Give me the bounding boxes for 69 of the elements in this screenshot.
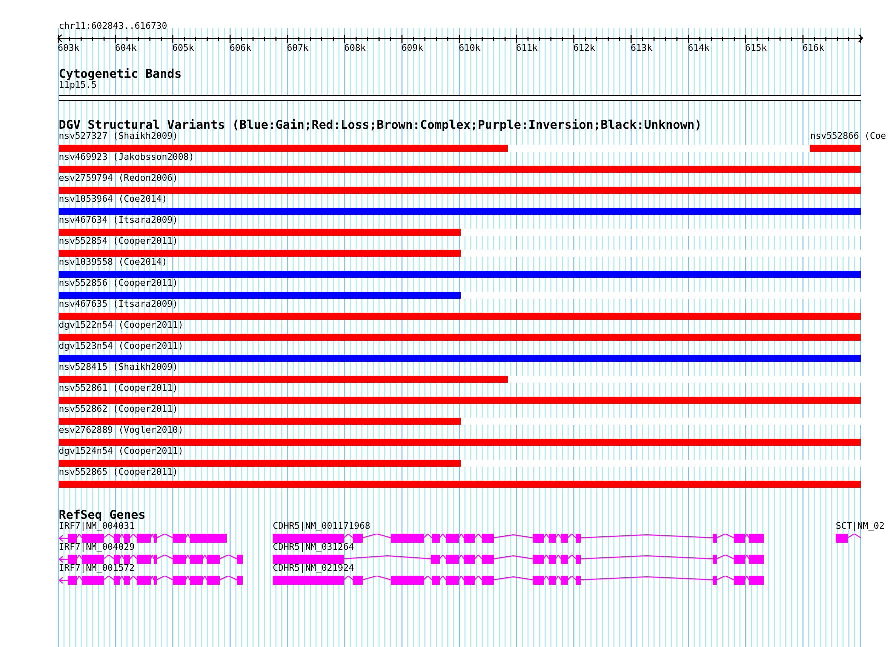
tick-label: 608k: [344, 44, 366, 55]
tick-label: 603k: [58, 44, 80, 55]
variant-bar[interactable]: [59, 460, 461, 467]
variant-bar[interactable]: [59, 187, 861, 194]
gene-label: CDHR5|NM_021924: [273, 564, 354, 575]
tick-label: 606k: [230, 44, 252, 55]
gene-structure-drawing[interactable]: [273, 555, 766, 564]
gene-structure-drawing[interactable]: [273, 534, 766, 543]
band-label: 11p15.5: [59, 81, 98, 92]
gene-label: IRF7|NM_004031: [59, 522, 135, 533]
variant-label: nsv552865 (Cooper2011): [59, 468, 178, 479]
track-title: Cytogenetic Bands: [59, 68, 182, 81]
variant-label: esv2762889 (Vogler2010): [59, 426, 184, 437]
variant-label: nsv552861 (Cooper2011): [59, 384, 178, 395]
gene-label: CDHR5|NM_001171968: [273, 522, 371, 533]
variant-label: nsv1039558 (Coe2014): [59, 258, 168, 269]
tick-label: 616k: [802, 44, 824, 55]
variant-label: nsv552856 (Cooper2011): [59, 279, 178, 290]
variant-bar[interactable]: [59, 166, 861, 173]
tick-label: 611k: [516, 44, 538, 55]
track-title: RefSeq Genes: [59, 509, 146, 522]
tick-label: 604k: [115, 44, 137, 55]
variant-bar[interactable]: [59, 397, 861, 404]
variant-bar[interactable]: [59, 250, 461, 257]
variant-label: dgv1522n54 (Cooper2011): [59, 321, 184, 332]
variant-label: dgv1523n54 (Cooper2011): [59, 342, 184, 353]
region-label: chr11:602843..616730: [59, 22, 168, 32]
tick-label: 613k: [630, 44, 653, 55]
tick-label: 605k: [172, 44, 194, 55]
variant-bar[interactable]: [59, 313, 861, 320]
variant-label: nsv467635 (Itsara2009): [59, 300, 178, 311]
variant-bar[interactable]: [59, 439, 861, 446]
variant-bar[interactable]: [59, 334, 861, 341]
gene-label: SCT|NM_02: [836, 522, 885, 533]
variant-label: nsv527327 (Shaikh2009): [59, 132, 178, 143]
gene-structure-drawing[interactable]: [273, 576, 766, 585]
tick-label: 612k: [574, 44, 596, 55]
variant-bar[interactable]: [59, 376, 508, 383]
variant-bar[interactable]: [59, 208, 861, 215]
variant-bar[interactable]: [59, 418, 461, 425]
tick-label: 607k: [287, 44, 309, 55]
track-title: DGV Structural Variants (Blue:Gain;Red:Loss;Brown:Complex;Purple:Inversion;Black:Unknown): [59, 119, 702, 132]
variant-label: dgv1524n54 (Cooper2011): [59, 447, 184, 458]
gene-label: CDHR5|NM_031264: [273, 543, 354, 554]
tick-label: 614k: [688, 44, 710, 55]
variant-bar[interactable]: [59, 229, 461, 236]
gene-structure-drawing[interactable]: [59, 576, 245, 585]
gene-structure-drawing[interactable]: [59, 534, 229, 543]
variant-label: esv2759794 (Redon2006): [59, 174, 178, 185]
variant-bar[interactable]: [810, 145, 861, 152]
variant-label: nsv467634 (Itsara2009): [59, 216, 178, 227]
gene-label: IRF7|NM_001572: [59, 564, 135, 575]
tick-label: 610k: [459, 44, 481, 55]
gene-label: IRF7|NM_004029: [59, 543, 135, 554]
variant-bar[interactable]: [59, 481, 861, 488]
variant-label: nsv1053964 (Coe2014): [59, 195, 168, 206]
tick-label: 609k: [402, 44, 424, 55]
variant-bar[interactable]: [59, 292, 461, 299]
variant-bar[interactable]: [59, 355, 861, 362]
variant-bar[interactable]: [59, 271, 861, 278]
variant-label: nsv469923 (Jakobsson2008): [59, 153, 194, 164]
variant-bar[interactable]: [59, 145, 508, 152]
gene-structure-drawing[interactable]: [59, 555, 245, 564]
tick-label: 615k: [745, 44, 768, 55]
variant-label: nsv552854 (Cooper2011): [59, 237, 178, 248]
variant-label: nsv528415 (Shaikh2009): [59, 363, 178, 374]
variant-label: nsv552866 (Coe: [810, 132, 886, 143]
gene-structure-drawing[interactable]: [836, 534, 863, 543]
variant-label: nsv552862 (Cooper2011): [59, 405, 178, 416]
